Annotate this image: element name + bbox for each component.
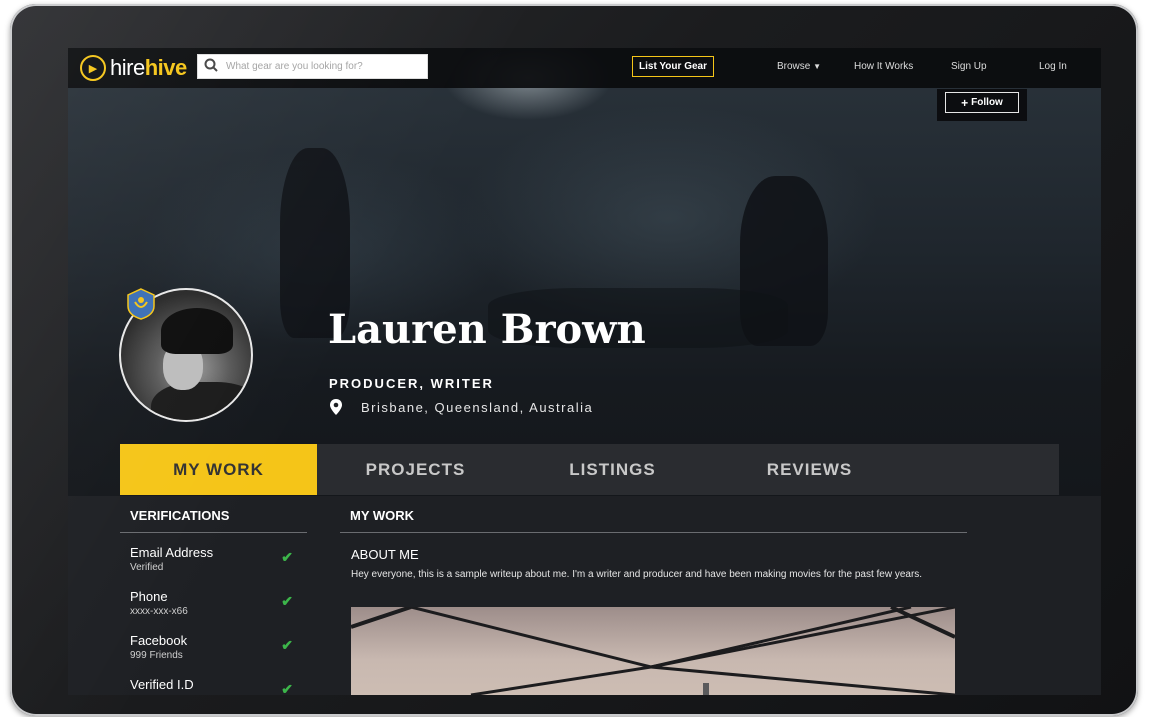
nav-sign-up[interactable]: Sign Up [951, 61, 987, 72]
bridge-cables-graphic [351, 607, 955, 695]
logo-play-icon: ▶ [80, 55, 106, 81]
nav-browse[interactable]: Browse ▼ [777, 61, 821, 72]
profile-location: Brisbane, Queensland, Australia [329, 399, 593, 415]
search-icon [198, 58, 224, 75]
my-work-title: MY WORK [340, 508, 967, 533]
logo-text: hirehive [110, 55, 187, 80]
profile-name: Lauren Brown [328, 306, 646, 353]
verifications-panel: VERIFICATIONS Email Address Verified ✔ P… [120, 508, 307, 695]
top-navbar: ▶ hirehive List Your Gear Browse ▼ How I… [68, 48, 1101, 88]
verification-item-email: Email Address Verified ✔ [120, 533, 307, 577]
about-me-text: Hey everyone, this is a sample writeup a… [351, 569, 923, 580]
caret-down-icon: ▼ [813, 62, 822, 71]
search-bar [197, 54, 428, 79]
avatar-hat [161, 308, 233, 354]
laptop-frame: ▶ hirehive List Your Gear Browse ▼ How I… [10, 4, 1138, 716]
nav-log-in[interactable]: Log In [1039, 61, 1067, 72]
checkmark-icon: ✔ [281, 549, 293, 565]
tab-my-work[interactable]: MY WORK [120, 444, 317, 495]
location-pin-icon [330, 399, 342, 415]
verifications-title: VERIFICATIONS [120, 508, 307, 533]
profile-role: PRODUCER, WRITER [329, 376, 494, 391]
tab-projects[interactable]: PROJECTS [317, 444, 514, 495]
checkmark-icon: ✔ [281, 681, 293, 695]
search-input[interactable] [224, 60, 423, 73]
brand-logo[interactable]: ▶ hirehive [80, 54, 187, 82]
nav-how-it-works[interactable]: How It Works [854, 61, 913, 72]
about-me-heading: ABOUT ME [351, 547, 419, 562]
avatar-body [151, 382, 251, 420]
verification-item-id: Verified I.D ✔ [120, 665, 307, 695]
follow-button[interactable]: + Follow [945, 92, 1019, 113]
checkmark-icon: ✔ [281, 637, 293, 653]
verification-item-facebook: Facebook 999 Friends ✔ [120, 621, 307, 665]
location-text: Brisbane, Queensland, Australia [361, 399, 594, 415]
screen: ▶ hirehive List Your Gear Browse ▼ How I… [68, 48, 1101, 695]
my-work-panel: MY WORK ABOUT ME Hey everyone, this is a… [340, 508, 967, 580]
list-your-gear-button[interactable]: List Your Gear [632, 56, 714, 77]
verification-item-phone: Phone xxxx-xxx-x66 ✔ [120, 577, 307, 621]
work-image[interactable] [351, 607, 955, 695]
checkmark-icon: ✔ [281, 593, 293, 609]
tab-listings[interactable]: LISTINGS [514, 444, 711, 495]
plus-icon: + [961, 95, 969, 110]
profile-tabs: MY WORK PROJECTS LISTINGS REVIEWS [120, 444, 1059, 495]
tab-reviews[interactable]: REVIEWS [711, 444, 908, 495]
award-badge-icon [127, 288, 155, 320]
